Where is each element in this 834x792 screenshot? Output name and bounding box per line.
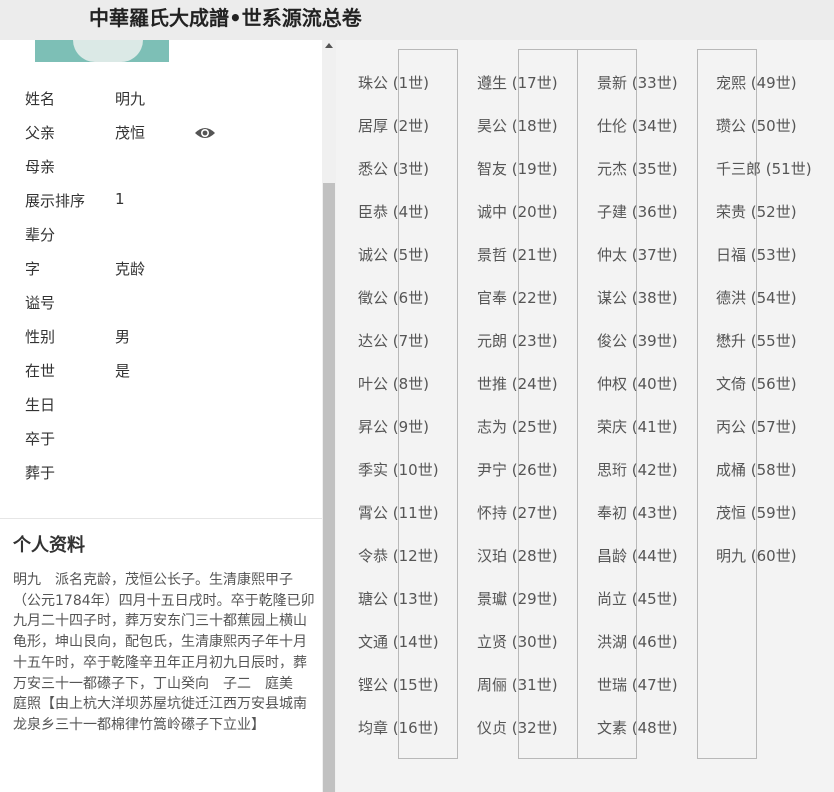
generation-item[interactable]: 诚公 (5世) xyxy=(358,244,429,265)
generation-item[interactable]: 昊公 (18世) xyxy=(477,115,558,136)
generation-item[interactable]: 铿公 (15世) xyxy=(358,674,439,695)
generation-item[interactable]: 叶公 (8世) xyxy=(358,373,429,394)
generation-item[interactable]: 臣恭 (4世) xyxy=(358,201,429,222)
scroll-up-arrow-icon[interactable] xyxy=(325,43,333,48)
generation-item[interactable]: 诚中 (20世) xyxy=(477,201,558,222)
generation-item[interactable]: 徵公 (6世) xyxy=(358,287,429,308)
eye-icon[interactable] xyxy=(194,125,216,141)
generation-item[interactable]: 昌龄 (44世) xyxy=(597,545,678,566)
generation-item[interactable]: 志为 (25世) xyxy=(477,416,558,437)
scrollbar-thumb[interactable] xyxy=(323,183,335,792)
generation-item[interactable]: 官奉 (22世) xyxy=(477,287,558,308)
generation-item[interactable]: 瓒公 (50世) xyxy=(716,115,797,136)
generation-item[interactable]: 达公 (7世) xyxy=(358,330,429,351)
generation-item[interactable]: 文倚 (56世) xyxy=(716,373,797,394)
generation-item[interactable]: 景瓛 (29世) xyxy=(477,588,558,609)
generation-item[interactable]: 荣庆 (41世) xyxy=(597,416,678,437)
generation-item[interactable]: 元杰 (35世) xyxy=(597,158,678,179)
generation-item[interactable]: 千三郎 (51世) xyxy=(716,158,812,179)
field-value: 茂恒 xyxy=(115,124,146,142)
generation-item[interactable]: 令恭 (12世) xyxy=(358,545,439,566)
field-label: 谥号 xyxy=(25,294,56,312)
generation-item[interactable]: 仪贞 (32世) xyxy=(477,717,558,738)
generation-item[interactable]: 遵生 (17世) xyxy=(477,72,558,93)
generation-column xyxy=(697,49,757,759)
field-value: 明九 xyxy=(115,90,146,108)
field-label: 父亲 xyxy=(25,124,56,142)
field-value: 是 xyxy=(115,362,131,380)
generation-item[interactable]: 仲权 (40世) xyxy=(597,373,678,394)
generation-item[interactable]: 悉公 (3世) xyxy=(358,158,429,179)
section-divider xyxy=(0,518,322,519)
generation-item[interactable]: 尹宁 (26世) xyxy=(477,459,558,480)
generation-item[interactable]: 文素 (48世) xyxy=(597,717,678,738)
generation-item[interactable]: 俊公 (39世) xyxy=(597,330,678,351)
generation-item[interactable]: 丙公 (57世) xyxy=(716,416,797,437)
generation-item[interactable]: 尚立 (45世) xyxy=(597,588,678,609)
generation-item[interactable]: 日福 (53世) xyxy=(716,244,797,265)
field-label: 在世 xyxy=(25,362,56,380)
field-label: 母亲 xyxy=(25,158,56,176)
section-title: 个人资料 xyxy=(13,535,85,556)
generation-item[interactable]: 洪湖 (46世) xyxy=(597,631,678,652)
generation-item[interactable]: 成桶 (58世) xyxy=(716,459,797,480)
field-label: 生日 xyxy=(25,396,56,414)
generation-item[interactable]: 周俪 (31世) xyxy=(477,674,558,695)
generation-item[interactable]: 文通 (14世) xyxy=(358,631,439,652)
generation-item[interactable]: 汉珀 (28世) xyxy=(477,545,558,566)
lineage-panel: 珠公 (1世) 居厚 (2世) 悉公 (3世) 臣恭 (4世) 诚公 (5世) 徵公 (6… xyxy=(336,40,834,792)
field-value: 男 xyxy=(115,328,131,346)
generation-item[interactable]: 元朗 (23世) xyxy=(477,330,558,351)
generation-item[interactable]: 世推 (24世) xyxy=(477,373,558,394)
generation-item[interactable]: 荣贵 (52世) xyxy=(716,201,797,222)
generation-column xyxy=(398,49,458,759)
field-label: 姓名 xyxy=(25,90,56,108)
field-label: 葬于 xyxy=(25,464,56,482)
avatar xyxy=(35,40,169,62)
generation-item[interactable]: 昇公 (9世) xyxy=(358,416,429,437)
generation-item[interactable]: 珠公 (1世) xyxy=(358,72,429,93)
field-label: 性别 xyxy=(25,328,56,346)
generation-item[interactable]: 谋公 (38世) xyxy=(597,287,678,308)
generation-item[interactable]: 明九 (60世) xyxy=(716,545,797,566)
generation-item[interactable]: 瑭公 (13世) xyxy=(358,588,439,609)
field-value: 克龄 xyxy=(115,260,146,278)
generation-item[interactable]: 居厚 (2世) xyxy=(358,115,429,136)
bio-text: 明九 派名克龄，茂恒公长子。生清康熙甲子（公元1784年）四月十五日戌时。卒于乾… xyxy=(13,572,315,733)
field-label: 卒于 xyxy=(25,430,56,448)
generation-item[interactable]: 季实 (10世) xyxy=(358,459,439,480)
generation-item[interactable]: 懋升 (55世) xyxy=(716,330,797,351)
field-value: 1 xyxy=(115,190,125,208)
generation-item[interactable]: 思珩 (42世) xyxy=(597,459,678,480)
generation-item[interactable]: 茂恒 (59世) xyxy=(716,502,797,523)
generation-item[interactable]: 奉初 (43世) xyxy=(597,502,678,523)
generation-item[interactable]: 怀持 (27世) xyxy=(477,502,558,523)
generation-column xyxy=(518,49,578,759)
generation-item[interactable]: 智友 (19世) xyxy=(477,158,558,179)
generation-item[interactable]: 仲太 (37世) xyxy=(597,244,678,265)
field-label: 辈分 xyxy=(25,226,56,244)
page-title: 中華羅氏大成譜•世系源流总卷 xyxy=(89,6,362,30)
profile-panel: 姓名 明九 父亲 茂恒 母亲 展示排序 1 辈分字克龄 谥号 性别男在世是生日 卒于 葬于 个人资料 … xyxy=(0,40,322,792)
generation-item[interactable]: 宠熙 (49世) xyxy=(716,72,797,93)
field-label: 展示排序 xyxy=(25,192,86,210)
generation-item[interactable]: 子建 (36世) xyxy=(597,201,678,222)
generation-item[interactable]: 景新 (33世) xyxy=(597,72,678,93)
generation-item[interactable]: 均章 (16世) xyxy=(358,717,439,738)
generation-item[interactable]: 世瑞 (47世) xyxy=(597,674,678,695)
field-label: 字 xyxy=(25,260,41,278)
generation-item[interactable]: 仕伦 (34世) xyxy=(597,115,678,136)
generation-item[interactable]: 景哲 (21世) xyxy=(477,244,558,265)
generation-item[interactable]: 德洪 (54世) xyxy=(716,287,797,308)
generation-column xyxy=(577,49,637,759)
generation-item[interactable]: 立贤 (30世) xyxy=(477,631,558,652)
header-bar: 中華羅氏大成譜•世系源流总卷 xyxy=(0,0,834,40)
generation-item[interactable]: 霄公 (11世) xyxy=(358,502,439,523)
